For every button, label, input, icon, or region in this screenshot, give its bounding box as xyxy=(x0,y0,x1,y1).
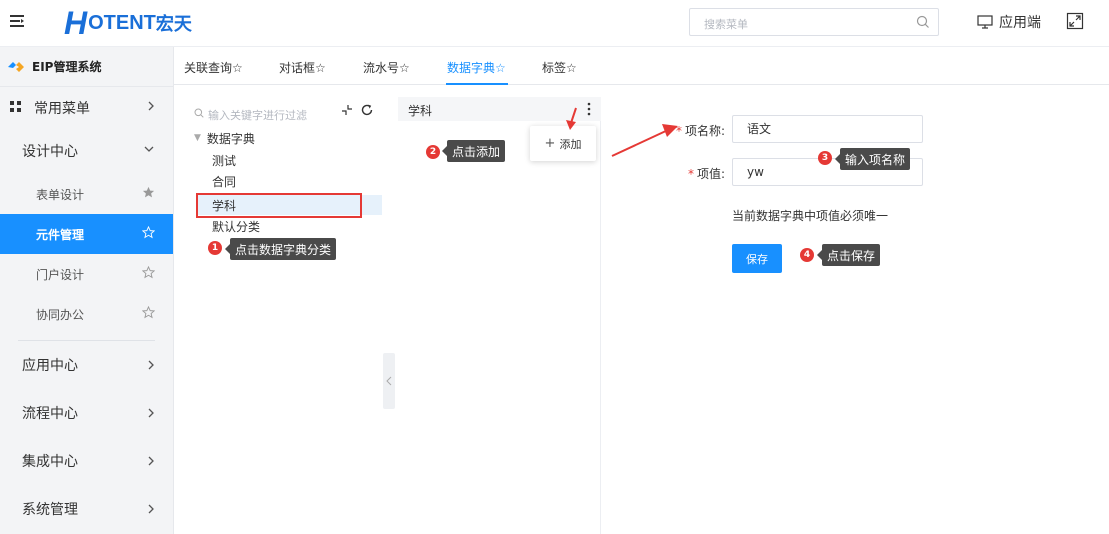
menu-toggle-icon[interactable] xyxy=(8,12,26,30)
chevron-right-icon xyxy=(148,360,154,370)
tree-filter-input[interactable]: 输入关键字进行过滤 xyxy=(184,101,384,125)
tree-node[interactable]: 合同 xyxy=(196,171,382,191)
eip-logo-icon xyxy=(8,61,24,72)
sidebar-subitem-label: 元件管理 xyxy=(36,227,85,242)
chevron-right-icon xyxy=(148,504,154,514)
main-content: 输入关键字进行过滤 ▼ 数据字典 测试 合同 学科 默认分类 学科 + 添加 *… xyxy=(184,97,1109,534)
menu-search-input[interactable]: 搜索菜单 xyxy=(689,8,939,36)
tree-root[interactable]: ▼ 数据字典 xyxy=(184,129,255,147)
item-name-input[interactable]: 语文 xyxy=(732,115,923,143)
search-icon[interactable] xyxy=(916,15,930,29)
sidebar-item-system-manage[interactable]: 系统管理 xyxy=(0,485,173,533)
system-title-label: EIP管理系统 xyxy=(32,60,102,74)
save-button[interactable]: 保存 xyxy=(732,244,782,273)
logo-cn-text: 宏天 xyxy=(155,14,192,35)
star-outline-icon[interactable] xyxy=(142,226,155,239)
sidebar-item-label: 应用中心 xyxy=(22,358,78,374)
sidebar-subitem-label: 门户设计 xyxy=(36,267,85,282)
tree-root-label: 数据字典 xyxy=(206,131,255,146)
item-value-label: * 项值: xyxy=(655,165,725,182)
chevron-down-icon xyxy=(144,146,154,152)
step-tooltip: 输入项名称 xyxy=(834,148,911,170)
top-header: H OTENT 宏天 搜索菜单 应用端 xyxy=(0,0,1109,47)
sidebar-item-label: 设计中心 xyxy=(22,144,78,160)
plus-icon: + xyxy=(544,136,556,151)
sidebar-subitem-component-manage[interactable]: 元件管理 xyxy=(0,214,173,254)
panel-collapse-handle[interactable] xyxy=(383,353,395,409)
step-badge: 3 xyxy=(818,151,832,165)
sidebar-item-flow-center[interactable]: 流程中心 xyxy=(0,389,173,437)
dictionary-tree-panel: 输入关键字进行过滤 ▼ 数据字典 测试 合同 学科 默认分类 xyxy=(184,97,384,237)
step-badge: 2 xyxy=(426,145,440,159)
step-tooltip: 点击保存 xyxy=(816,244,881,266)
more-vertical-icon[interactable] xyxy=(587,102,591,116)
tree-node[interactable]: 默认分类 xyxy=(196,217,382,235)
tree-node-label: 合同 xyxy=(212,174,237,189)
app-end-label: 应用端 xyxy=(999,15,1041,31)
search-icon xyxy=(194,108,204,118)
chevron-left-icon xyxy=(386,376,392,386)
search-placeholder: 搜索菜单 xyxy=(704,18,748,31)
sidebar-item-label: 集成中心 xyxy=(22,454,78,470)
sidebar-subitem-label: 表单设计 xyxy=(36,187,85,202)
chevron-right-icon xyxy=(148,408,154,418)
grid-icon xyxy=(10,101,21,112)
logo: H OTENT 宏天 xyxy=(64,4,192,42)
sidebar-subitem-collab-office[interactable]: 协同办公 xyxy=(0,294,173,334)
step-badge: 1 xyxy=(208,241,222,255)
tree-filter-placeholder: 输入关键字进行过滤 xyxy=(208,109,307,122)
tree-node-label: 默认分类 xyxy=(212,219,261,234)
logo-text: OTENT xyxy=(88,11,156,34)
sidebar-item-common-menu[interactable]: 常用菜单 xyxy=(0,87,173,128)
sidebar-item-app-center[interactable]: 应用中心 xyxy=(0,341,173,389)
tab-serial-number[interactable]: 流水号☆ xyxy=(363,59,410,76)
app-end-button[interactable]: 应用端 xyxy=(977,12,1041,32)
required-mark: * xyxy=(675,124,682,138)
sidebar-item-integration-center[interactable]: 集成中心 xyxy=(0,437,173,485)
items-panel-header: 学科 xyxy=(398,97,601,121)
tree-node-label: 测试 xyxy=(212,153,237,168)
item-name-label-text: 项名称: xyxy=(684,124,725,138)
logo-mark: H xyxy=(64,4,87,41)
step-tooltip: 点击添加 xyxy=(441,140,506,162)
sidebar-item-design-center[interactable]: 设计中心 xyxy=(0,128,173,174)
caret-down-icon: ▼ xyxy=(194,133,201,143)
system-title: EIP管理系统 xyxy=(0,47,173,87)
collapse-all-icon[interactable] xyxy=(341,104,353,116)
items-panel-title: 学科 xyxy=(408,104,433,118)
monitor-icon xyxy=(977,15,993,29)
sidebar-subitem-label: 协同办公 xyxy=(36,307,85,322)
item-value-label-text: 项值: xyxy=(696,167,725,181)
active-tab-indicator xyxy=(446,83,508,85)
tab-related-query[interactable]: 关联查询☆ xyxy=(184,59,243,76)
fullscreen-icon[interactable] xyxy=(1066,12,1084,30)
tree-node[interactable]: 测试 xyxy=(196,150,382,170)
refresh-icon[interactable] xyxy=(360,103,374,117)
sidebar-item-label: 系统管理 xyxy=(22,502,78,518)
required-mark: * xyxy=(687,167,694,181)
chevron-right-icon xyxy=(148,456,154,466)
unique-hint: 当前数据字典中项值必须唯一 xyxy=(732,209,889,223)
highlight-box xyxy=(196,193,362,218)
tab-dialog[interactable]: 对话框☆ xyxy=(279,59,326,76)
tab-bar: 关联查询☆ 对话框☆ 流水号☆ 数据字典☆ 标签☆ xyxy=(174,47,1109,85)
step-tooltip: 点击数据字典分类 xyxy=(224,238,337,260)
item-name-label: * 项名称: xyxy=(655,122,725,139)
star-outline-icon[interactable] xyxy=(142,266,155,279)
sidebar-subitem-portal-design[interactable]: 门户设计 xyxy=(0,254,173,294)
tab-data-dictionary[interactable]: 数据字典☆ xyxy=(447,59,506,76)
sidebar: EIP管理系统 常用菜单 设计中心 表单设计 元件管理 门户设计 协同办公 应用… xyxy=(0,47,174,534)
sidebar-subitem-form-design[interactable]: 表单设计 xyxy=(0,174,173,214)
dictionary-items-panel: 学科 + 添加 xyxy=(398,97,601,534)
star-filled-icon[interactable] xyxy=(142,186,155,199)
add-item-button[interactable]: + 添加 xyxy=(530,126,596,161)
step-badge: 4 xyxy=(800,248,814,262)
add-item-label: 添加 xyxy=(559,137,582,151)
tab-label[interactable]: 标签☆ xyxy=(542,59,577,76)
sidebar-item-label: 常用菜单 xyxy=(34,100,90,117)
star-outline-icon[interactable] xyxy=(142,306,155,319)
sidebar-item-label: 流程中心 xyxy=(22,406,78,422)
chevron-right-icon xyxy=(148,101,154,111)
